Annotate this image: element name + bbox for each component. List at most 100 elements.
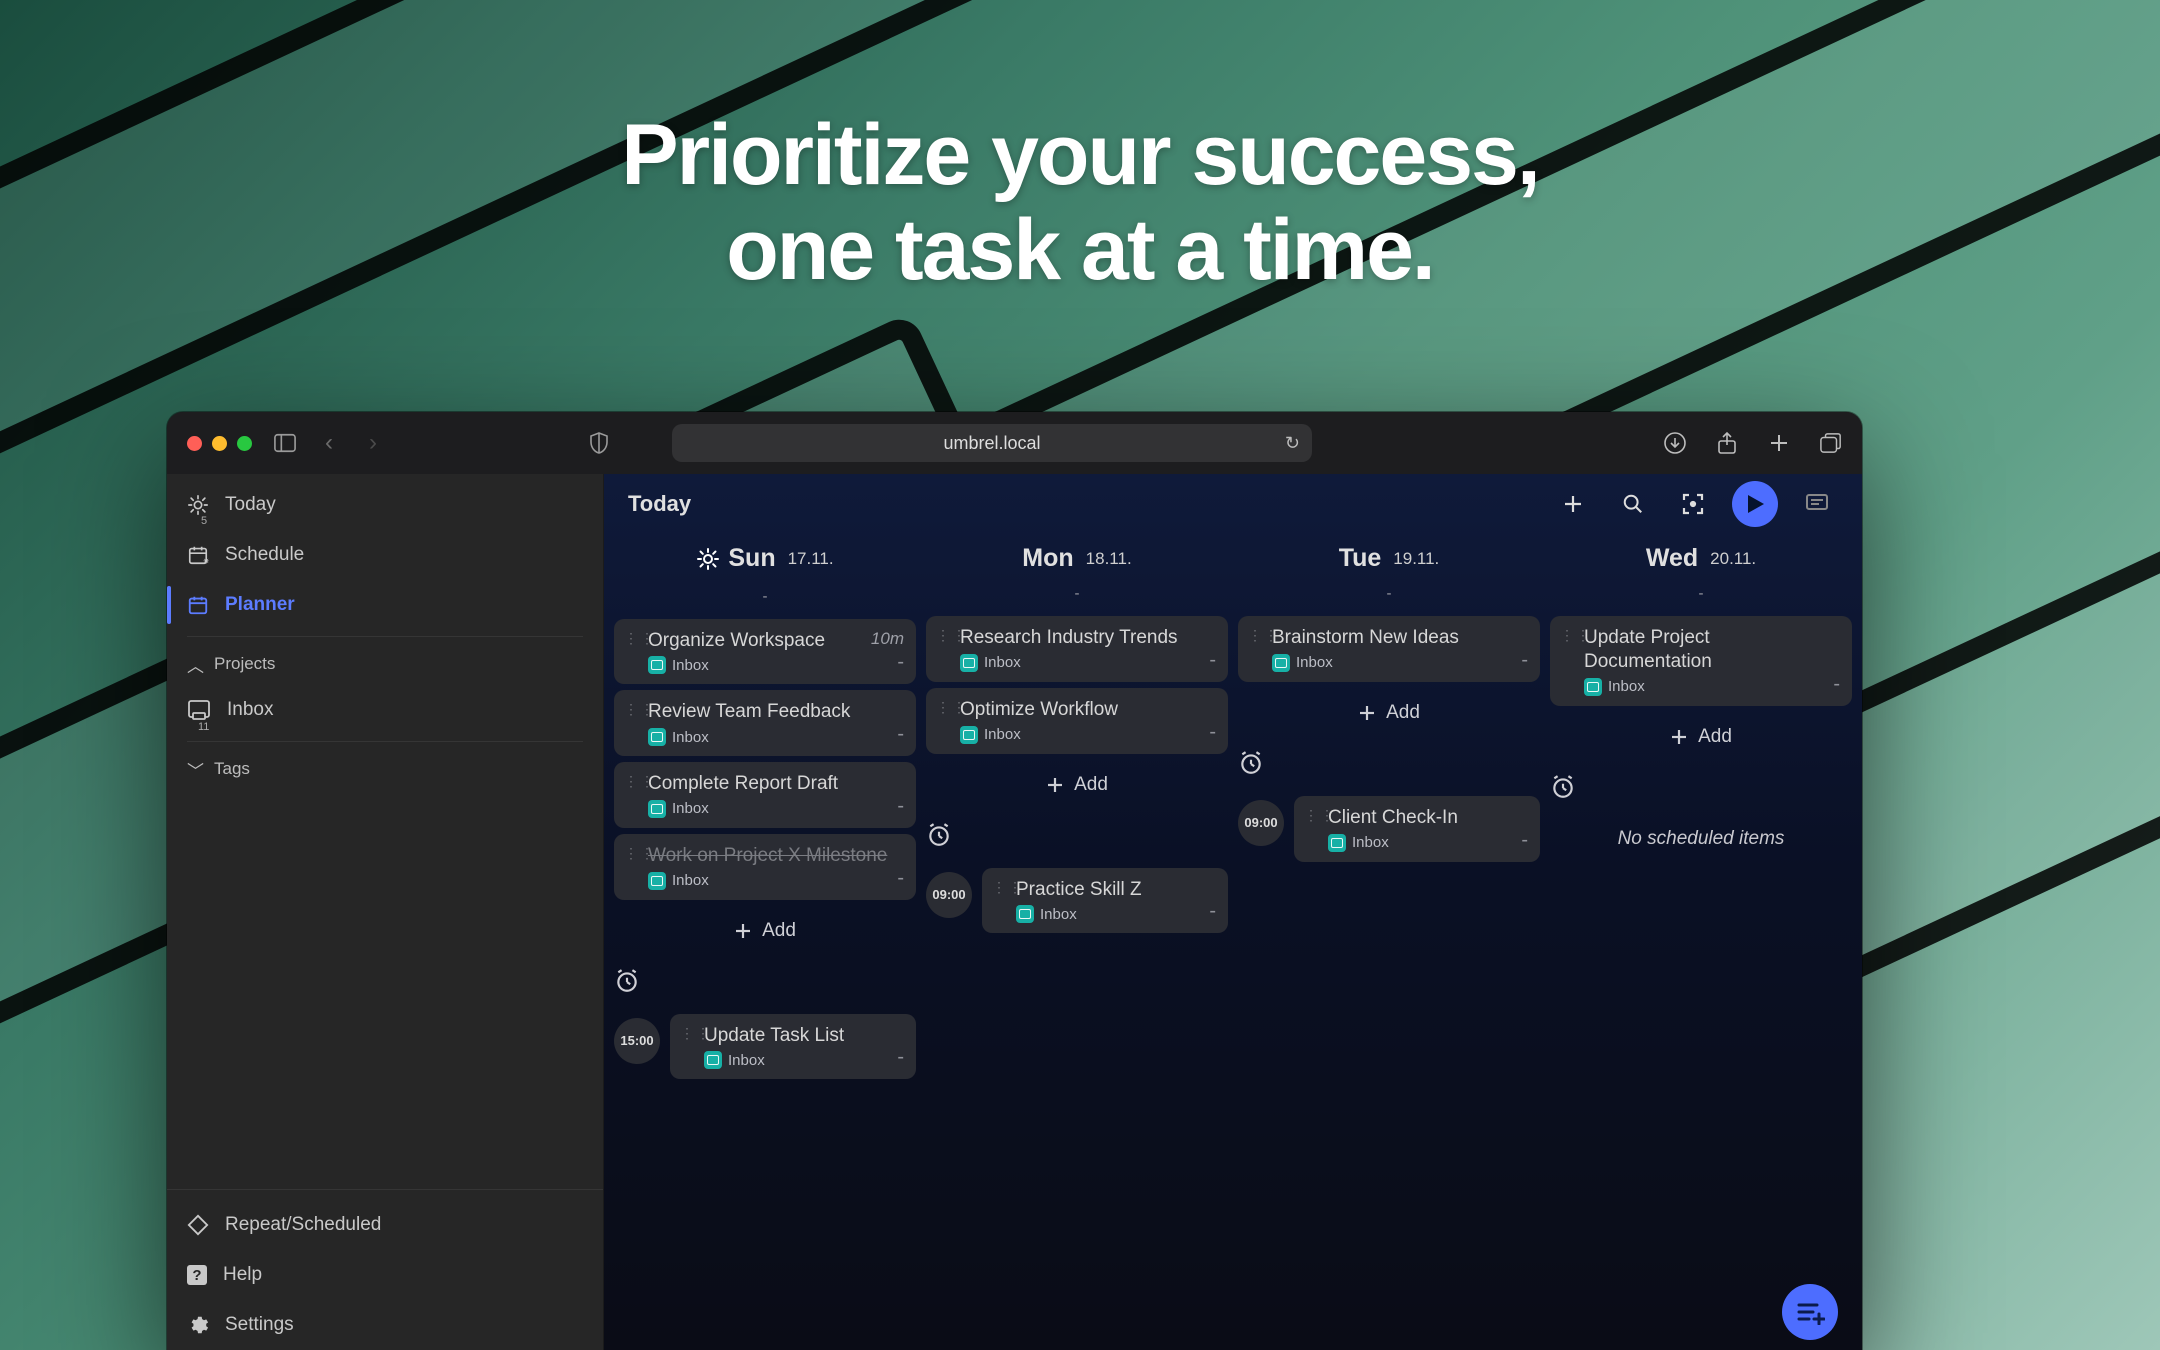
task-menu[interactable]: - [1209,649,1216,672]
task-menu[interactable]: - [897,795,904,818]
drag-grip-icon[interactable]: ⋮⋮ [992,882,1024,892]
minimize-dot[interactable] [212,436,227,451]
task-tag[interactable]: Inbox [960,654,1021,672]
hero-headline: Prioritize your success, one task at a t… [0,108,2160,297]
task-menu[interactable]: - [897,651,904,674]
task-card[interactable]: ⋮⋮ Optimize Workflow Inbox - [926,688,1228,754]
task-tag-label: Inbox [1608,678,1645,695]
task-menu[interactable]: - [897,1046,904,1069]
add-task-button[interactable]: Add [1238,692,1540,734]
task-tag-label: Inbox [1040,906,1077,923]
drag-grip-icon[interactable]: ⋮⋮ [936,630,968,640]
day-column: Sun 17.11. - ⋮⋮ Organize Workspace Inbox… [614,534,916,1350]
nav-forward-icon[interactable]: › [362,432,384,454]
task-card[interactable]: ⋮⋮ Update Project Documentation Inbox - [1550,616,1852,706]
time-badge: 09:00 [926,872,972,918]
drag-grip-icon[interactable]: ⋮⋮ [1248,630,1280,640]
privacy-shield-icon[interactable] [588,432,610,454]
task-menu[interactable]: - [1521,829,1528,852]
inbox-icon [187,699,211,721]
drag-grip-icon[interactable]: ⋮⋮ [936,702,968,712]
search-button[interactable] [1612,483,1654,525]
task-card[interactable]: ⋮⋮ Review Team Feedback Inbox - [614,690,916,756]
task-tag-label: Inbox [728,1052,765,1069]
task-card[interactable]: ⋮⋮ Research Industry Trends Inbox - [926,616,1228,682]
time-badge: 09:00 [1238,800,1284,846]
add-task-button[interactable]: Add [926,764,1228,806]
address-bar[interactable]: umbrel.local ↻ [672,424,1312,462]
sidebar-item-planner[interactable]: Planner [167,580,603,630]
task-tag[interactable]: Inbox [704,1051,765,1069]
sidebar-item-label: Planner [225,594,295,616]
reload-icon[interactable]: ↻ [1285,433,1300,454]
projects-section-toggle[interactable]: ︿ Projects [167,643,603,685]
drag-grip-icon[interactable]: ⋮⋮ [624,633,656,643]
task-tag[interactable]: Inbox [960,726,1021,744]
browser-chrome: ‹ › umbrel.local ↻ [167,412,1862,474]
focus-button[interactable] [1672,483,1714,525]
task-tag[interactable]: Inbox [1016,905,1077,923]
task-tag[interactable]: Inbox [1328,834,1389,852]
day-subtitle: - [1550,585,1852,602]
add-button[interactable] [1552,483,1594,525]
tabs-icon[interactable] [1820,432,1842,454]
task-card[interactable]: ⋮⋮ Work on Project X Milestone Inbox - [614,834,916,900]
task-card[interactable]: ⋮⋮ Brainstorm New Ideas Inbox - [1238,616,1540,682]
share-icon[interactable] [1716,432,1738,454]
new-tab-icon[interactable] [1768,432,1790,454]
close-dot[interactable] [187,436,202,451]
sidebar-item-label: Help [223,1264,262,1286]
add-task-button[interactable]: Add [1550,716,1852,758]
task-card[interactable]: ⋮⋮ Update Task List Inbox - [670,1014,916,1080]
section-label: Projects [214,654,275,674]
app-body: Today 5 ✷ Schedule Planner ︿ Projects [167,474,1862,1350]
sidebar-item-schedule[interactable]: ✷ Schedule [167,530,603,580]
add-label: Add [1074,774,1108,796]
today-count: 5 [201,515,207,527]
drag-grip-icon[interactable]: ⋮⋮ [680,1028,712,1038]
nav-back-icon[interactable]: ‹ [318,432,340,454]
task-menu[interactable]: - [1833,673,1840,696]
task-card[interactable]: ⋮⋮ Complete Report Draft Inbox - [614,762,916,828]
inbox-icon [1272,654,1290,672]
task-menu[interactable]: - [1521,649,1528,672]
task-tag[interactable]: Inbox [648,656,709,674]
drag-grip-icon[interactable]: ⋮⋮ [1560,630,1592,640]
comments-button[interactable] [1796,483,1838,525]
downloads-icon[interactable] [1664,432,1686,454]
play-button[interactable] [1732,481,1778,527]
inbox-icon [648,656,666,674]
time-badge: 15:00 [614,1018,660,1064]
task-tag[interactable]: Inbox [648,872,709,890]
task-tag[interactable]: Inbox [648,728,709,746]
drag-grip-icon[interactable]: ⋮⋮ [624,848,656,858]
task-title: Brainstorm New Ideas [1272,626,1528,650]
task-menu[interactable]: - [1209,900,1216,923]
sidebar-item-help[interactable]: ? Help [167,1250,603,1300]
sidebar-item-repeat[interactable]: Repeat/Scheduled [167,1200,603,1250]
tags-section-toggle[interactable]: ﹀ Tags [167,748,603,790]
add-label: Add [1386,702,1420,724]
task-menu[interactable]: - [897,723,904,746]
browser-window: ‹ › umbrel.local ↻ [167,412,1862,1350]
task-tag[interactable]: Inbox [1584,678,1645,696]
task-menu[interactable]: - [1209,721,1216,744]
day-header: Mon 18.11. [926,534,1228,575]
sidebar-item-settings[interactable]: Settings [167,1300,603,1350]
task-menu[interactable]: - [897,867,904,890]
task-tag[interactable]: Inbox [648,800,709,818]
task-card[interactable]: ⋮⋮ Organize Workspace Inbox 10m - [614,619,916,685]
help-icon: ? [187,1265,207,1285]
drag-grip-icon[interactable]: ⋮⋮ [624,704,656,714]
drag-grip-icon[interactable]: ⋮⋮ [1304,810,1336,820]
sidebar-item-inbox[interactable]: Inbox 11 [167,685,603,735]
task-card[interactable]: ⋮⋮ Client Check-In Inbox - [1294,796,1540,862]
sidebar-item-today[interactable]: Today 5 [167,480,603,530]
drag-grip-icon[interactable]: ⋮⋮ [624,776,656,786]
sidebar-toggle-icon[interactable] [274,432,296,454]
task-card[interactable]: ⋮⋮ Practice Skill Z Inbox - [982,868,1228,934]
zoom-dot[interactable] [237,436,252,451]
fab-add-button[interactable] [1782,1284,1838,1340]
task-tag[interactable]: Inbox [1272,654,1333,672]
add-task-button[interactable]: Add [614,910,916,952]
